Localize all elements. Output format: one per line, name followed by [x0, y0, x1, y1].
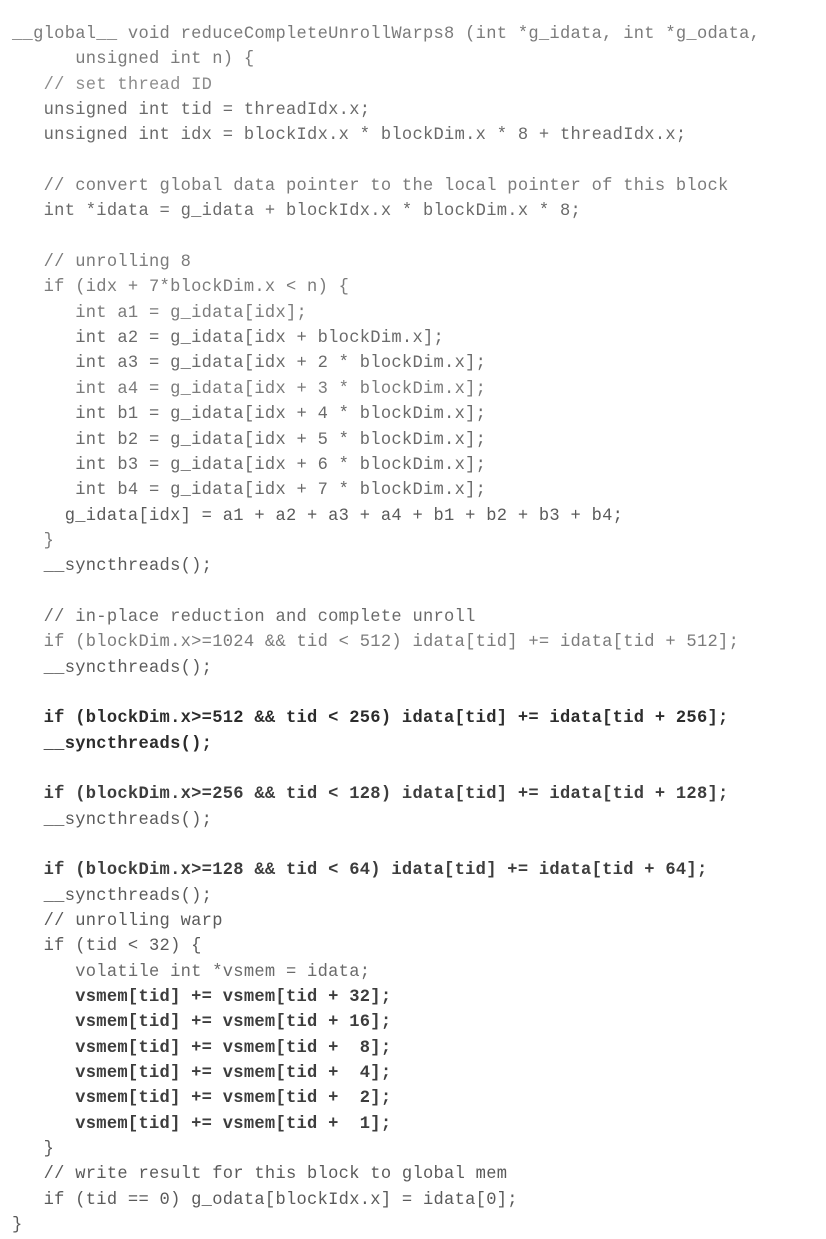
code-line: unsigned int idx = blockIdx.x * blockDim…	[12, 126, 687, 146]
code-line: int a1 = g_idata[idx];	[12, 303, 308, 323]
code-line: }	[12, 531, 55, 551]
code-line: int a3 = g_idata[idx + 2 * blockDim.x];	[12, 354, 487, 374]
code-line: int a4 = g_idata[idx + 3 * blockDim.x];	[12, 379, 487, 399]
code-line: __syncthreads();	[12, 734, 213, 754]
code-line: vsmem[tid] += vsmem[tid + 2];	[12, 1089, 392, 1109]
code-line: // convert global data pointer to the lo…	[12, 177, 729, 197]
code-line: if (blockDim.x>=256 && tid < 128) idata[…	[12, 785, 729, 805]
code-line: // write result for this block to global…	[12, 1165, 508, 1185]
code-line: if (blockDim.x>=128 && tid < 64) idata[t…	[12, 861, 708, 881]
code-line: __syncthreads();	[12, 658, 213, 678]
code-line: if (blockDim.x>=1024 && tid < 512) idata…	[12, 633, 740, 653]
code-line: vsmem[tid] += vsmem[tid + 8];	[12, 1038, 392, 1058]
code-line: vsmem[tid] += vsmem[tid + 4];	[12, 1064, 392, 1084]
code-listing-page: __global__ void reduceCompleteUnrollWarp…	[0, 0, 826, 1235]
code-line: vsmem[tid] += vsmem[tid + 16];	[12, 1013, 392, 1033]
code-line: int b4 = g_idata[idx + 7 * blockDim.x];	[12, 481, 487, 501]
code-line: int *idata = g_idata + blockIdx.x * bloc…	[12, 202, 582, 222]
code-line: __syncthreads();	[12, 810, 213, 830]
code-block: __global__ void reduceCompleteUnrollWarp…	[12, 22, 760, 1239]
code-line: }	[12, 1140, 55, 1160]
code-line: g_idata[idx] = a1 + a2 + a3 + a4 + b1 + …	[12, 506, 624, 526]
code-line: volatile int *vsmem = idata;	[12, 962, 371, 982]
code-line: int b1 = g_idata[idx + 4 * blockDim.x];	[12, 405, 487, 425]
code-line: vsmem[tid] += vsmem[tid + 32];	[12, 988, 392, 1008]
code-line: // set thread ID	[12, 75, 213, 95]
code-line: if (idx + 7*blockDim.x < n) {	[12, 278, 350, 298]
code-line: }	[12, 1216, 23, 1236]
code-line: unsigned int tid = threadIdx.x;	[12, 101, 371, 121]
code-line: // unrolling warp	[12, 912, 223, 932]
code-line: if (tid == 0) g_odata[blockIdx.x] = idat…	[12, 1190, 518, 1210]
code-line: __global__ void reduceCompleteUnrollWarp…	[12, 25, 761, 44]
code-line: // unrolling 8	[12, 253, 192, 273]
code-line: unsigned int n) {	[12, 50, 255, 70]
code-line: int a2 = g_idata[idx + blockDim.x];	[12, 329, 445, 349]
code-line: int b3 = g_idata[idx + 6 * blockDim.x];	[12, 455, 487, 475]
code-line: __syncthreads();	[12, 557, 213, 577]
code-line: vsmem[tid] += vsmem[tid + 1];	[12, 1114, 392, 1134]
code-line: __syncthreads();	[12, 886, 213, 906]
code-line: if (blockDim.x>=512 && tid < 256) idata[…	[12, 709, 729, 729]
code-line: int b2 = g_idata[idx + 5 * blockDim.x];	[12, 430, 487, 450]
code-line: // in-place reduction and complete unrol…	[12, 607, 476, 627]
code-line: if (tid < 32) {	[12, 937, 202, 957]
